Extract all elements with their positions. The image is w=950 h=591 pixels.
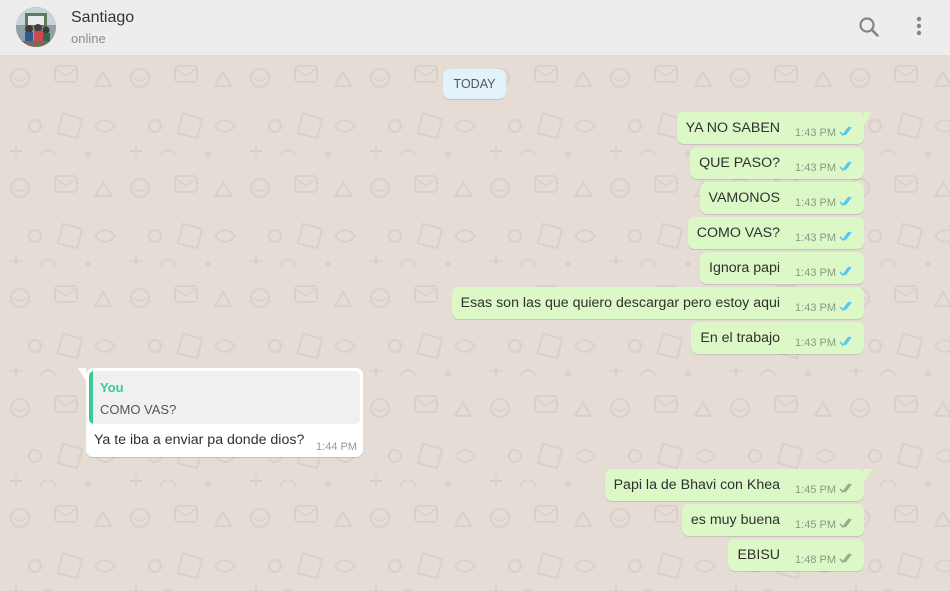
- date-separator: TODAY: [443, 69, 506, 99]
- message-text: EBISU: [737, 547, 781, 563]
- message-time: 1:43 PM: [795, 337, 836, 349]
- message-time: 1:43 PM: [795, 197, 836, 209]
- message-meta: 1:43 PM: [795, 301, 855, 314]
- message-text: Ignora papi: [709, 260, 781, 276]
- message-time: 1:45 PM: [795, 484, 836, 496]
- message-text: QUE PASO?: [699, 155, 781, 171]
- chat-messages-area[interactable]: TODAY YA NO SABEN 1:43 PM QUE PASO? 1:43 P…: [0, 56, 950, 591]
- double-check-delivered-icon: [839, 518, 852, 529]
- outgoing-message[interactable]: Papi la de Bhavi con Khea 1:45 PM: [604, 469, 872, 501]
- whatsapp-chat-window: Santiago online TODAY YA NO SABEN 1:43 P…: [0, 0, 950, 591]
- double-check-read-icon: [839, 231, 852, 242]
- message-meta: 1:43 PM: [795, 266, 855, 279]
- message-time: 1:43 PM: [795, 302, 836, 314]
- message-time: 1:44 PM: [316, 441, 357, 453]
- message-time: 1:48 PM: [795, 554, 836, 566]
- message-meta: 1:43 PM: [795, 231, 855, 244]
- quote-accent-bar: [89, 371, 93, 424]
- contact-avatar[interactable]: [16, 7, 56, 47]
- message-meta: 1:43 PM: [795, 336, 855, 349]
- double-check-read-icon: [839, 126, 852, 137]
- message-meta: 1:43 PM: [795, 161, 855, 174]
- message-meta: 1:43 PM: [795, 126, 855, 139]
- search-icon[interactable]: [856, 14, 882, 40]
- double-check-read-icon: [839, 301, 852, 312]
- double-check-read-icon: [839, 336, 852, 347]
- message-time: 1:45 PM: [795, 519, 836, 531]
- message-text: Papi la de Bhavi con Khea: [613, 477, 781, 493]
- message-time: 1:43 PM: [795, 127, 836, 139]
- quoted-message[interactable]: You COMO VAS?: [89, 371, 360, 424]
- outgoing-message[interactable]: Ignora papi 1:43 PM: [700, 252, 864, 284]
- menu-icon[interactable]: [906, 14, 932, 40]
- message-time: 1:43 PM: [795, 232, 836, 244]
- outgoing-message[interactable]: QUE PASO? 1:43 PM: [690, 147, 864, 179]
- contact-status: online: [71, 31, 106, 46]
- message-text: En el trabajo: [700, 330, 781, 346]
- outgoing-message[interactable]: YA NO SABEN 1:43 PM: [676, 112, 872, 144]
- double-check-delivered-icon: [839, 483, 852, 494]
- bubble-tail: [78, 368, 86, 381]
- message-meta: 1:43 PM: [795, 196, 855, 209]
- double-check-delivered-icon: [839, 553, 852, 564]
- message-text: Ya te iba a enviar pa donde dios?: [94, 432, 305, 448]
- message-meta: 1:45 PM: [795, 518, 855, 531]
- message-text: COMO VAS?: [696, 225, 781, 241]
- message-text: YA NO SABEN: [685, 120, 781, 136]
- message-meta: 1:48 PM: [795, 553, 855, 566]
- bubble-tail: [864, 469, 872, 482]
- contact-name[interactable]: Santiago: [71, 9, 134, 27]
- message-text: es muy buena: [690, 512, 781, 528]
- outgoing-message[interactable]: En el trabajo 1:43 PM: [691, 322, 864, 354]
- chat-header: Santiago online: [0, 0, 950, 56]
- double-check-read-icon: [839, 196, 852, 207]
- bubble-tail: [864, 112, 872, 125]
- outgoing-message[interactable]: COMO VAS? 1:43 PM: [687, 217, 864, 249]
- outgoing-message[interactable]: Esas son las que quiero descargar pero e…: [451, 287, 864, 319]
- outgoing-message[interactable]: EBISU 1:48 PM: [728, 539, 864, 571]
- double-check-read-icon: [839, 161, 852, 172]
- double-check-read-icon: [839, 266, 852, 277]
- outgoing-message[interactable]: VAMONOS 1:43 PM: [699, 182, 864, 214]
- message-meta: 1:45 PM: [795, 483, 855, 496]
- message-time: 1:43 PM: [795, 162, 836, 174]
- message-text: Esas son las que quiero descargar pero e…: [460, 295, 781, 311]
- quote-author: You: [100, 380, 124, 395]
- incoming-message[interactable]: You COMO VAS? Ya te iba a enviar pa dond…: [78, 368, 363, 457]
- message-time: 1:43 PM: [795, 267, 836, 279]
- outgoing-message[interactable]: es muy buena 1:45 PM: [681, 504, 864, 536]
- quote-text: COMO VAS?: [100, 402, 177, 417]
- message-text: VAMONOS: [708, 190, 781, 206]
